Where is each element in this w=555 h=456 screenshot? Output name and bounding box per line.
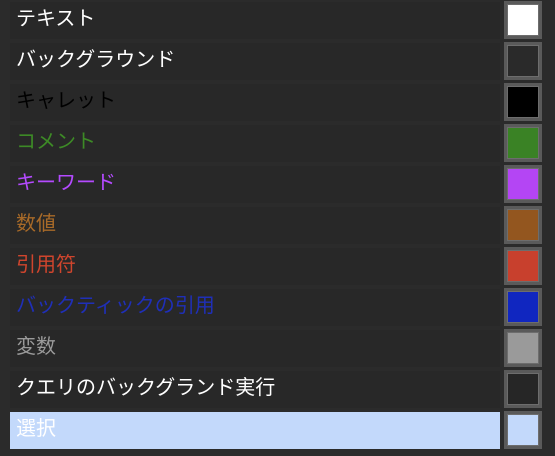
color-swatch [507, 414, 539, 446]
color-swatch-button[interactable] [504, 288, 542, 326]
color-row-label-area: バックグラウンド [10, 43, 500, 80]
color-label: クエリのバックグランド実行 [16, 375, 276, 399]
color-row-text: テキスト [0, 0, 555, 41]
color-row-label-area: クエリのバックグランド実行 [10, 371, 500, 408]
color-swatch [507, 45, 539, 77]
color-row-label-area: 数値 [10, 207, 500, 244]
color-row-selection: 選択 [0, 410, 555, 451]
color-row-keyword: キーワード [0, 164, 555, 205]
color-swatch [507, 168, 539, 200]
syntax-color-settings-panel: テキスト バックグラウンド キャレット コメント キーワード 数値 引用符 バッ… [0, 0, 555, 456]
color-row-comment: コメント [0, 123, 555, 164]
color-swatch [507, 332, 539, 364]
color-label: 数値 [16, 211, 56, 235]
color-label: キーワード [16, 170, 116, 194]
color-swatch [507, 86, 539, 118]
color-row-query-background: クエリのバックグランド実行 [0, 369, 555, 410]
color-label: バックティックの引用 [16, 293, 215, 317]
color-row-label-area: キャレット [10, 84, 500, 121]
color-swatch-button[interactable] [504, 411, 542, 449]
color-row-variable: 変数 [0, 328, 555, 369]
color-row-label-area: 引用符 [10, 248, 500, 285]
color-label: キャレット [16, 88, 116, 112]
color-swatch-button[interactable] [504, 165, 542, 203]
color-label: バックグラウンド [16, 47, 176, 71]
color-row-label-area: キーワード [10, 166, 500, 203]
color-row-number: 数値 [0, 205, 555, 246]
color-row-label-area: バックティックの引用 [10, 289, 500, 326]
color-swatch-button[interactable] [504, 42, 542, 80]
color-row-quote: 引用符 [0, 246, 555, 287]
color-swatch-button[interactable] [504, 247, 542, 285]
color-swatch-button[interactable] [504, 124, 542, 162]
color-row-backtick-quote: バックティックの引用 [0, 287, 555, 328]
color-label: テキスト [16, 6, 96, 30]
color-swatch-button[interactable] [504, 370, 542, 408]
color-row-background: バックグラウンド [0, 41, 555, 82]
color-swatch-button[interactable] [504, 329, 542, 367]
color-swatch [507, 127, 539, 159]
color-swatch-button[interactable] [504, 1, 542, 39]
color-row-label-area: コメント [10, 125, 500, 162]
color-swatch-button[interactable] [504, 83, 542, 121]
color-swatch [507, 209, 539, 241]
color-swatch [507, 373, 539, 405]
color-label: コメント [16, 129, 96, 153]
color-swatch [507, 4, 539, 36]
color-swatch-button[interactable] [504, 206, 542, 244]
color-label: 引用符 [16, 252, 76, 276]
color-row-label-area: 変数 [10, 330, 500, 367]
color-row-caret: キャレット [0, 82, 555, 123]
color-label: 選択 [16, 416, 56, 440]
color-label: 変数 [16, 334, 56, 358]
color-swatch [507, 250, 539, 282]
color-swatch [507, 291, 539, 323]
color-row-label-area: 選択 [10, 412, 500, 449]
color-row-label-area: テキスト [10, 2, 500, 39]
